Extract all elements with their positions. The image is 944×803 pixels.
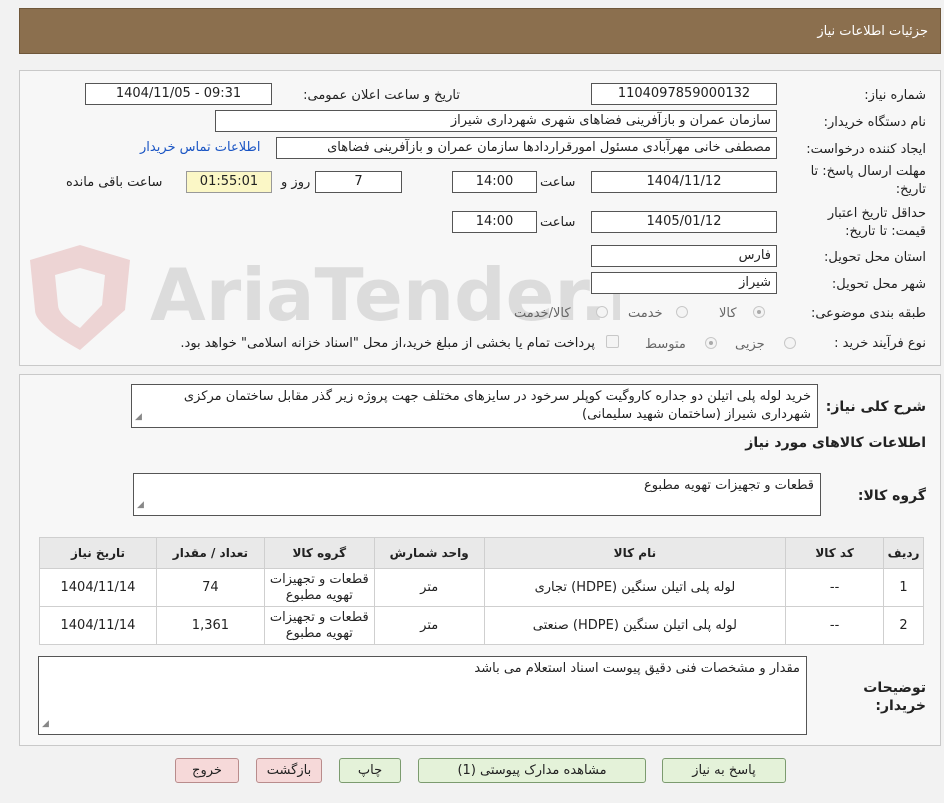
- cell-row: 1: [883, 568, 924, 607]
- table-row: 1 -- لوله پلی اتیلن سنگین (HDPE) تجاری م…: [39, 568, 924, 607]
- description-textarea: خرید لوله پلی اتیلن دو جداره کاروگیت کوپ…: [131, 384, 818, 428]
- days-field: 7: [315, 171, 402, 193]
- cell-group: قطعات و تجهیزات تهویه مطبوع: [263, 606, 375, 645]
- back-button[interactable]: بازگشت: [256, 758, 322, 783]
- province-field: فارس: [591, 245, 777, 267]
- buyer-notes-label: توضیحات: [863, 680, 926, 696]
- reply-button[interactable]: پاسخ به نیاز: [662, 758, 786, 783]
- validity-label-2: قیمت: تا تاریخ:: [845, 224, 926, 239]
- need-number-label: شماره نیاز:: [864, 88, 926, 103]
- cell-date: 1404/11/14: [39, 568, 157, 607]
- process-label: نوع فرآیند خرید :: [834, 336, 926, 351]
- attachments-button[interactable]: مشاهده مدارک پیوستی (1): [418, 758, 646, 783]
- col-qty: تعداد / مقدار: [155, 537, 265, 569]
- announce-label: تاریخ و ساعت اعلان عمومی:: [303, 88, 460, 103]
- col-row: ردیف: [883, 537, 924, 569]
- validity-label: حداقل تاریخ اعتبار: [827, 206, 926, 221]
- cell-qty: 74: [155, 568, 265, 607]
- deadline-label: مهلت ارسال پاسخ: تا: [810, 164, 926, 179]
- col-group: گروه کالا: [263, 537, 375, 569]
- page-title: جزئیات اطلاعات نیاز: [817, 24, 928, 39]
- validity-time-field: 14:00: [452, 211, 537, 233]
- table-header-row: ردیف کد کالا نام کالا واحد شمارش گروه کا…: [39, 537, 924, 569]
- cell-unit: متر: [373, 568, 485, 607]
- col-name: نام کالا: [483, 537, 787, 569]
- buyer-notes-label-2: خریدار:: [875, 698, 926, 714]
- process-radio-medium[interactable]: [705, 337, 717, 349]
- remaining-label: ساعت باقی مانده: [66, 175, 163, 190]
- goods-table: ردیف کد کالا نام کالا واحد شمارش گروه کا…: [39, 537, 924, 645]
- city-field: شیراز: [591, 272, 777, 294]
- col-unit: واحد شمارش: [373, 537, 485, 569]
- city-label: شهر محل تحویل:: [831, 277, 926, 292]
- announce-field: 1404/11/05 - 09:31: [85, 83, 272, 105]
- resize-grip-icon[interactable]: ◢: [137, 496, 144, 514]
- province-label: استان محل تحویل:: [824, 250, 926, 265]
- cell-name: لوله پلی اتیلن سنگین (HDPE) تجاری: [483, 568, 787, 607]
- description-text: خرید لوله پلی اتیلن دو جداره کاروگیت کوپ…: [183, 389, 811, 422]
- buyer-notes-text: مقدار و مشخصات فنی دقیق پیوست اسناد استع…: [474, 661, 800, 676]
- goods-group-text: قطعات و تجهیزات تهویه مطبوع: [643, 478, 814, 493]
- exit-button[interactable]: خروج: [175, 758, 239, 783]
- deadline-date-field: 1404/11/12: [591, 171, 777, 193]
- remaining-time-field: 01:55:01: [186, 171, 272, 193]
- requester-label: ایجاد کننده درخواست:: [806, 142, 926, 157]
- process-option-minor: جزیی: [735, 337, 765, 352]
- category-option-goods: کالا: [719, 306, 737, 321]
- description-label: شرح کلی نیاز:: [825, 399, 926, 415]
- buyer-notes-textarea: مقدار و مشخصات فنی دقیق پیوست اسناد استع…: [38, 656, 807, 735]
- process-radio-minor[interactable]: [784, 337, 796, 349]
- deadline-label-2: تاریخ:: [895, 182, 926, 197]
- cell-row: 2: [883, 606, 924, 645]
- category-label: طبقه بندی موضوعی:: [810, 306, 926, 321]
- days-label: روز و: [281, 175, 311, 190]
- cell-code: --: [785, 568, 885, 607]
- goods-group-label: گروه کالا:: [857, 488, 926, 504]
- category-radio-goods-service[interactable]: [596, 306, 608, 318]
- requester-field: مصطفی خانی مهرآبادی مسئول امورقراردادها …: [276, 137, 777, 159]
- resize-grip-icon[interactable]: ◢: [135, 408, 142, 426]
- cell-unit: متر: [373, 606, 485, 645]
- col-code: کد کالا: [785, 537, 885, 569]
- validity-time-label: ساعت: [540, 215, 576, 230]
- cell-name: لوله پلی اتیلن سنگین (HDPE) صنعتی: [483, 606, 787, 645]
- buyer-org-field: سازمان عمران و بازآفرینی فضاهای شهری شهر…: [215, 110, 777, 132]
- resize-grip-icon[interactable]: ◢: [42, 715, 49, 733]
- validity-date-field: 1405/01/12: [591, 211, 777, 233]
- cell-qty: 1,361: [155, 606, 265, 645]
- buyer-contact-link[interactable]: اطلاعات تماس خریدار: [140, 140, 260, 155]
- buyer-org-label: نام دستگاه خریدار:: [823, 115, 926, 130]
- goods-section-title: اطلاعات کالاهای مورد نیاز: [745, 435, 926, 451]
- deadline-time-field: 14:00: [452, 171, 537, 193]
- category-option-service: خدمت: [628, 306, 663, 321]
- table-row: 2 -- لوله پلی اتیلن سنگین (HDPE) صنعتی م…: [39, 606, 924, 645]
- category-option-goods-service: کالا/خدمت: [514, 306, 571, 321]
- cell-code: --: [785, 606, 885, 645]
- cell-group: قطعات و تجهیزات تهویه مطبوع: [263, 568, 375, 607]
- process-option-medium: متوسط: [645, 337, 686, 352]
- category-radio-service[interactable]: [676, 306, 688, 318]
- treasury-checkbox[interactable]: [606, 335, 619, 348]
- treasury-payment-note: پرداخت تمام یا بخشی از مبلغ خرید،از محل …: [180, 336, 595, 351]
- deadline-time-label: ساعت: [540, 175, 576, 190]
- need-number-field: 1104097859000132: [591, 83, 777, 105]
- print-button[interactable]: چاپ: [339, 758, 401, 783]
- col-date: تاریخ نیاز: [39, 537, 157, 569]
- page-header: جزئیات اطلاعات نیاز: [19, 8, 941, 54]
- cell-date: 1404/11/14: [39, 606, 157, 645]
- category-radio-goods[interactable]: [753, 306, 765, 318]
- goods-group-field: قطعات و تجهیزات تهویه مطبوع ◢: [133, 473, 821, 516]
